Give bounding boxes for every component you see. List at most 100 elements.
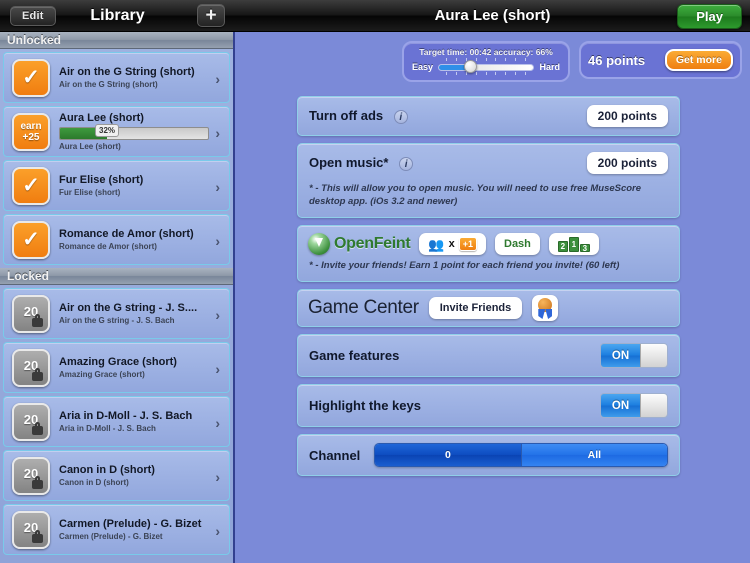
list-item-title: Carmen (Prelude) - G. Bizet: [59, 518, 202, 530]
list-item-title: Fur Elise (short): [59, 174, 144, 186]
channel-label: Channel: [309, 447, 361, 463]
settings-cards: Turn off ads i 200 points Open music* i …: [297, 96, 680, 476]
channel-card: Channel 0 All: [297, 434, 680, 476]
list-item-text: Aura Lee (short) 32% Aura Lee (short): [59, 111, 229, 152]
list-item[interactable]: ✓ Air on the G String (short) Air on the…: [3, 52, 230, 103]
podium-first: 1: [568, 236, 579, 252]
toggle-state-label: ON: [601, 394, 640, 417]
open-music-label: Open music*: [309, 155, 389, 171]
podium-second: 2: [557, 240, 568, 252]
openfeint-dash-button[interactable]: Dash: [495, 233, 540, 255]
openfeint-invite-friends-button[interactable]: 👥 x +1: [419, 233, 486, 255]
list-item-title: Air on the G String (short): [59, 66, 195, 78]
highlight-keys-label: Highlight the keys: [309, 398, 421, 413]
earn-amount: +25: [22, 131, 40, 143]
game-center-card: Game Center Invite Friends: [297, 289, 680, 327]
list-item[interactable]: 20 Carmen (Prelude) - G. Bizet Carmen (P…: [3, 504, 230, 555]
list-item[interactable]: earn +25 Aura Lee (short) 32% Aura Lee (…: [3, 106, 230, 157]
channel-segmented-control[interactable]: 0 All: [374, 443, 668, 467]
list-item-subtitle: Air on the G string - J. S. Bach: [59, 316, 175, 325]
list-item-title: Romance de Amor (short): [59, 228, 194, 240]
dash-label: Dash: [504, 238, 531, 250]
turn-off-ads-row[interactable]: Turn off ads i 200 points: [298, 97, 679, 135]
toggle-knob[interactable]: [640, 394, 667, 417]
list-item[interactable]: 20 Amazing Grace (short) Amazing Grace (…: [3, 342, 230, 393]
list-item[interactable]: ✓ Fur Elise (short) Fur Elise (short) ›: [3, 160, 230, 211]
list-item-title: Air on the G string - J. S....: [59, 302, 198, 314]
open-music-price-button[interactable]: 200 points: [586, 152, 668, 174]
list-item-text: Fur Elise (short) Fur Elise (short): [59, 173, 229, 198]
turn-off-ads-card: Turn off ads i 200 points: [297, 96, 680, 136]
list-item-title: Canon in D (short): [59, 464, 155, 476]
openfeint-leaderboard-button[interactable]: 2 1 3: [548, 233, 599, 255]
list-item-text: Air on the G string - J. S.... Air on th…: [59, 301, 229, 326]
list-item-title: Amazing Grace (short): [59, 356, 177, 368]
list-item-text: Carmen (Prelude) - G. Bizet Carmen (Prel…: [59, 517, 229, 542]
list-item-title: Aura Lee (short): [59, 112, 144, 124]
medal-ribbon-left: [538, 309, 546, 319]
chevron-right-icon: ›: [215, 306, 220, 323]
turn-off-ads-price-button[interactable]: 200 points: [586, 105, 668, 127]
game-center-achievements-button[interactable]: [532, 295, 559, 321]
highlight-keys-card: Highlight the keys ON: [297, 384, 680, 427]
turn-off-ads-label: Turn off ads: [309, 108, 384, 124]
open-music-row[interactable]: Open music* i 200 points: [298, 144, 679, 182]
openfeint-row: OpenFeint 👥 x +1 Dash 2 1 3: [298, 226, 679, 259]
top-navbar: Edit Library + Aura Lee (short) Play: [0, 0, 750, 32]
chevron-right-icon: ›: [215, 232, 220, 249]
progress-wrapper: 32%: [59, 124, 209, 140]
get-more-points-button[interactable]: Get more: [664, 49, 733, 71]
openfeint-brand-label: OpenFeint: [334, 235, 411, 252]
chevron-right-icon: ›: [215, 414, 220, 431]
list-item[interactable]: 20 Canon in D (short) Canon in D (short)…: [3, 450, 230, 501]
list-item[interactable]: ✓ Romance de Amor (short) Romance de Amo…: [3, 214, 230, 265]
toggle-knob[interactable]: [640, 344, 667, 367]
earn-label: earn: [20, 120, 42, 132]
list-item[interactable]: 20 Air on the G string - J. S.... Air on…: [3, 288, 230, 339]
list-item-subtitle: Amazing Grace (short): [59, 370, 145, 379]
openfeint-logo[interactable]: OpenFeint: [308, 233, 411, 255]
game-center-invite-friends-button[interactable]: Invite Friends: [428, 297, 523, 319]
slider-ticks-bottom: [412, 72, 560, 75]
main-panel: Target time: 00:42 accuracy: 66% Easy Ha…: [235, 32, 750, 563]
people-icon: 👥: [428, 236, 445, 252]
list-item-subtitle: Carmen (Prelude) - G. Bizet: [59, 532, 163, 541]
info-icon[interactable]: i: [399, 156, 414, 171]
game-features-row: Game features ON: [298, 335, 679, 376]
list-item-subtitle: Air on the G String (short): [59, 80, 158, 89]
game-features-label: Game features: [309, 348, 400, 363]
check-glyph: ✓: [22, 66, 40, 89]
lock-body-icon: [32, 425, 43, 435]
progress-bar: [59, 127, 209, 140]
podium-third: 3: [579, 243, 590, 252]
top-widgets: Target time: 00:42 accuracy: 66% Easy Ha…: [235, 32, 750, 82]
game-center-row: Game Center Invite Friends: [298, 290, 679, 326]
earn-points-icon: earn +25: [12, 112, 50, 151]
check-glyph: ✓: [22, 174, 40, 197]
library-sidebar[interactable]: Unlocked ✓ Air on the G String (short) A…: [0, 32, 235, 563]
list-item-subtitle: Fur Elise (short): [59, 188, 121, 197]
add-song-button[interactable]: +: [197, 4, 225, 27]
difficulty-slider-row[interactable]: Easy Hard: [412, 60, 560, 73]
toggle-state-label: ON: [601, 344, 640, 367]
slider-ticks-top: [412, 58, 560, 61]
play-button[interactable]: Play: [677, 4, 742, 29]
highlight-keys-toggle[interactable]: ON: [600, 393, 668, 418]
list-item-text: Amazing Grace (short) Amazing Grace (sho…: [59, 355, 229, 380]
navbar-left-section: Edit Library +: [0, 0, 235, 31]
channel-option-0[interactable]: 0: [375, 444, 521, 466]
game-features-card: Game features ON: [297, 334, 680, 377]
channel-option-all[interactable]: All: [520, 444, 668, 466]
game-features-toggle[interactable]: ON: [600, 343, 668, 368]
list-item[interactable]: 20 Aria in D-Moll - J. S. Bach Aria in D…: [3, 396, 230, 447]
list-item-subtitle: Romance de Amor (short): [59, 242, 157, 251]
completed-icon: ✓: [12, 220, 50, 259]
difficulty-widget[interactable]: Target time: 00:42 accuracy: 66% Easy Ha…: [402, 41, 570, 82]
body-wrapper: Unlocked ✓ Air on the G String (short) A…: [0, 32, 750, 563]
points-widget: 46 points Get more: [579, 41, 742, 79]
info-icon[interactable]: i: [393, 109, 408, 124]
difficulty-slider[interactable]: [438, 60, 535, 73]
navbar-right-section: Aura Lee (short) Play: [235, 0, 750, 31]
completed-icon: ✓: [12, 58, 50, 97]
locked-icon: 20: [12, 510, 50, 549]
